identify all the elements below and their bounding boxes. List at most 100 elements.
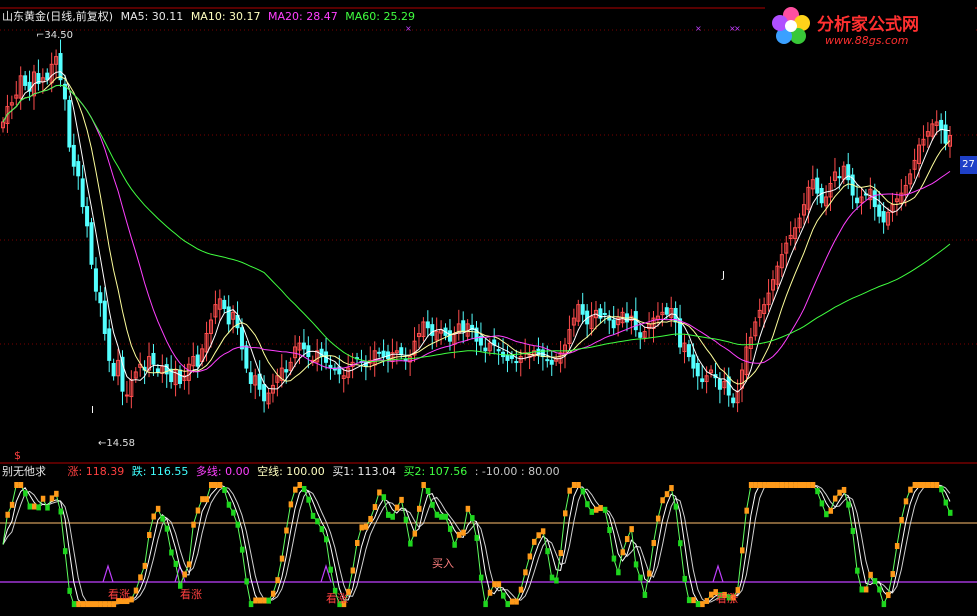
indicator-block: [244, 578, 249, 585]
indicator-block: [191, 521, 196, 528]
indicator-label-3: 看涨: [326, 592, 348, 605]
indicator-block: [593, 506, 599, 513]
indicator-spike-3: [712, 563, 724, 583]
indicator-block: [939, 486, 944, 493]
indicator-block: [567, 487, 572, 494]
indicator-block: [208, 482, 214, 488]
indicator-block: [740, 547, 745, 554]
ma60-line: [2, 84, 951, 363]
candle-body: [76, 161, 81, 177]
candlestick-chart[interactable]: × × ××: [0, 0, 977, 616]
indicator-block: [235, 521, 241, 528]
indicator-block: [447, 525, 453, 532]
indicator-block: [36, 504, 41, 511]
indicator-block: [943, 499, 949, 506]
indicator-block: [841, 486, 847, 493]
candle-body: [89, 222, 94, 265]
indicator-block: [439, 513, 444, 520]
indicator-block: [76, 601, 81, 608]
indicator-block: [629, 526, 634, 533]
indicator-block: [301, 485, 307, 492]
indicator-block: [748, 482, 754, 488]
indicator-block: [169, 549, 174, 556]
indicator-block: [704, 597, 710, 604]
candle-body: [686, 344, 691, 358]
candle-body: [102, 300, 107, 334]
indicator-block: [589, 508, 595, 515]
indicator-block: [523, 569, 528, 576]
indicator-block: [456, 531, 462, 538]
short-line-value: 空线: 100.00: [257, 465, 325, 478]
indicator-block: [691, 597, 696, 604]
candle-body: [664, 307, 669, 315]
indicator-block: [872, 578, 878, 585]
indicator-block: [394, 504, 400, 511]
indicator-block: [700, 601, 705, 608]
indicator-block: [903, 498, 909, 505]
candle-body: [71, 144, 76, 167]
indicator-block: [863, 586, 869, 593]
indicator-block: [14, 482, 19, 488]
candle-body: [509, 355, 514, 359]
indicator-block: [40, 495, 46, 502]
chart-window: × × × × 山东黄金(日线,前复权) MA5: 30.11 MA10: 30.17…: [0, 0, 977, 616]
indicator-block: [18, 482, 24, 488]
indicator-block: [80, 601, 86, 608]
candle-body: [505, 354, 510, 361]
indicator-block: [164, 525, 170, 532]
low-price-value: 14.58: [106, 438, 136, 449]
indicator-block: [819, 500, 825, 507]
indicator-block: [368, 515, 373, 522]
indicator-block: [297, 482, 302, 488]
indicator-label-1: 看涨: [108, 588, 130, 601]
candle-body: [837, 176, 842, 179]
candle-body: [549, 359, 554, 365]
indicator-block: [129, 596, 134, 603]
candle-body: [124, 394, 129, 397]
current-price-tag: 27: [960, 156, 977, 174]
candle-body: [239, 327, 244, 350]
indicator-block: [133, 587, 139, 594]
indicator-block: [655, 515, 661, 522]
indicator-block: [478, 574, 484, 581]
indicator-block: [886, 592, 891, 599]
indicator-block: [682, 575, 687, 582]
indicator-block: [638, 574, 643, 581]
top-marker-3: ×: [734, 24, 741, 33]
indicator-block: [425, 487, 431, 494]
indicator-block: [284, 527, 289, 534]
candle-body: [301, 342, 306, 350]
indicator-block: [102, 601, 108, 608]
indicator-block: [855, 567, 860, 574]
ma20-label: MA20: 28.47: [268, 10, 338, 23]
indicator-block: [363, 523, 369, 530]
indicator-block: [496, 581, 502, 588]
indicator-block: [793, 482, 798, 488]
j-marker: J: [722, 270, 725, 281]
indicator-block: [642, 591, 648, 598]
indicator-block: [306, 496, 311, 503]
indicator-block: [912, 482, 918, 488]
indicator-block: [859, 586, 864, 593]
indicator-block: [350, 567, 356, 574]
logo-name: 分析家公式网: [817, 15, 919, 35]
candle-body: [726, 376, 731, 396]
indicator-block: [806, 482, 811, 488]
indicator-block: [558, 550, 564, 557]
candle-body: [67, 99, 72, 148]
indicator-block: [248, 601, 254, 608]
candle-body: [23, 75, 28, 86]
indicator-block: [492, 581, 497, 588]
indicator-name: 别无他求: [2, 465, 46, 478]
indicator-block: [580, 488, 586, 495]
indicator-block: [58, 508, 64, 515]
indicator-block: [908, 486, 913, 493]
indicator-block: [877, 586, 882, 593]
indicator-block: [948, 509, 953, 516]
indicator-block: [293, 486, 298, 493]
candle-body: [700, 378, 705, 383]
candle-body: [602, 312, 607, 315]
indicator-block: [390, 513, 395, 520]
indicator-block: [416, 505, 422, 512]
indicator-block: [200, 496, 205, 503]
